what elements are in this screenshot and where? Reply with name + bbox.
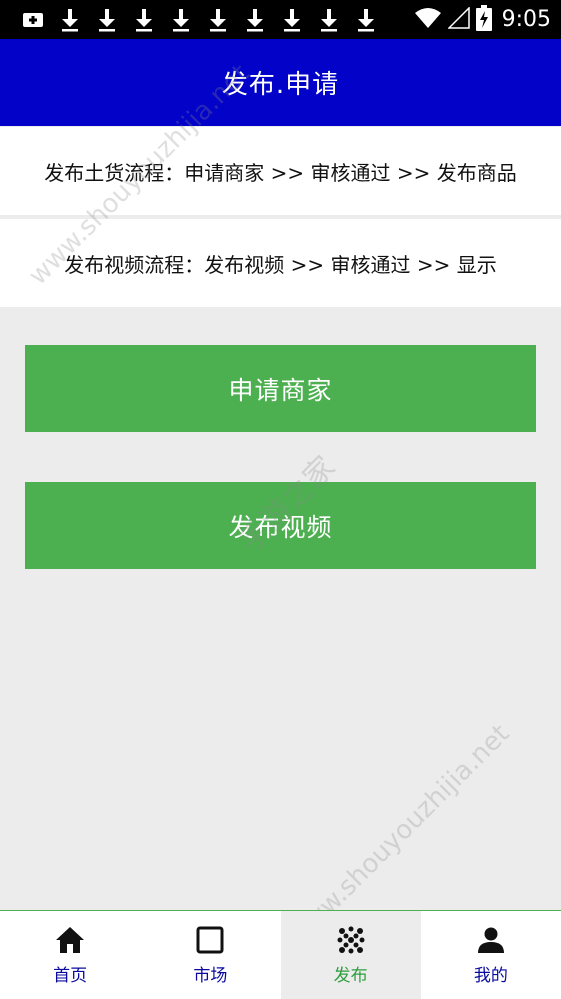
nav-item-home[interactable]: 首页 <box>0 911 140 999</box>
nav-label-market: 市场 <box>193 965 228 986</box>
goods-process-description: 发布土货流程：申请商家 >> 审核通过 >> 发布商品 <box>0 127 561 215</box>
nav-label-home: 首页 <box>53 965 88 986</box>
download-icon <box>51 0 88 39</box>
status-time: 9:05 <box>501 7 551 32</box>
download-icon <box>199 0 236 39</box>
apply-merchant-button[interactable]: 申请商家 <box>25 345 536 432</box>
page-title: 发布.申请 <box>221 70 340 100</box>
bottom-nav: 首页 市场 发布 我的 <box>0 910 561 999</box>
nav-item-publish[interactable]: 发布 <box>280 911 421 999</box>
app-header: 发布.申请 <box>0 39 561 126</box>
video-process-description: 发布视频流程：发布视频 >> 审核通过 >> 显示 <box>0 219 561 307</box>
download-icon <box>310 0 347 39</box>
square-icon <box>195 925 225 955</box>
status-bar: 9:05 <box>0 0 561 39</box>
notification-plus-icon <box>14 0 51 39</box>
battery-charging-icon <box>475 4 492 35</box>
nav-label-publish: 发布 <box>333 965 368 986</box>
nav-item-market[interactable]: 市场 <box>140 911 280 999</box>
signal-icon <box>446 5 470 33</box>
publish-video-button[interactable]: 发布视频 <box>25 482 536 569</box>
download-icon <box>273 0 310 39</box>
system-status: 9:05 <box>414 4 551 35</box>
person-icon <box>476 925 506 955</box>
download-icon <box>347 0 384 39</box>
download-icon <box>88 0 125 39</box>
nav-label-mine: 我的 <box>473 965 508 986</box>
dots-grid-icon <box>336 925 366 955</box>
download-icon <box>125 0 162 39</box>
wifi-icon <box>414 7 442 33</box>
home-icon <box>55 925 85 955</box>
nav-item-mine[interactable]: 我的 <box>421 911 561 999</box>
download-icon <box>162 0 199 39</box>
notification-icons <box>14 0 384 39</box>
download-icon <box>236 0 273 39</box>
